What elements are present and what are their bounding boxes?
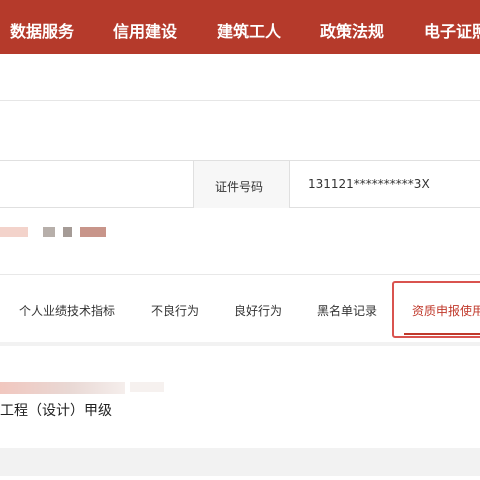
nav-item-credit-construction[interactable]: 信用建设 [113, 18, 177, 42]
blurred-name-segment [80, 227, 106, 237]
top-nav-bar: 数据服务 信用建设 建筑工人 政策法规 电子证照 [0, 0, 480, 54]
header-panel [0, 54, 480, 160]
nav-item-policy-regulations[interactable]: 政策法规 [320, 18, 384, 42]
bottom-panel [0, 476, 480, 480]
tab-blacklist[interactable]: 黑名单记录 [317, 302, 377, 319]
tab-highlight-box [392, 281, 480, 338]
tab-performance-indicators[interactable]: 个人业绩技术指标 [19, 302, 115, 319]
tab-good-behavior[interactable]: 良好行为 [234, 302, 282, 319]
blurred-name-segment [0, 227, 28, 237]
header-divider [0, 100, 480, 101]
blurred-company-name [130, 382, 164, 392]
person-info-panel [0, 208, 480, 274]
qualification-level-text: 工程（设计）甲级 [0, 403, 112, 419]
nav-item-construction-workers[interactable]: 建筑工人 [217, 18, 281, 42]
nav-item-data-service[interactable]: 数据服务 [10, 18, 74, 42]
nav-item-e-license[interactable]: 电子证照 [424, 18, 480, 42]
blurred-company-name [0, 382, 125, 394]
certificate-label: 证件号码 [215, 180, 264, 194]
content-panel [0, 346, 480, 448]
certificate-number: 131121**********3X [308, 177, 430, 191]
tab-bad-behavior[interactable]: 不良行为 [151, 302, 199, 319]
blurred-name-segment [63, 227, 72, 237]
blurred-name-segment [43, 227, 55, 237]
certificate-label-cell: 证件号码 [193, 161, 290, 208]
